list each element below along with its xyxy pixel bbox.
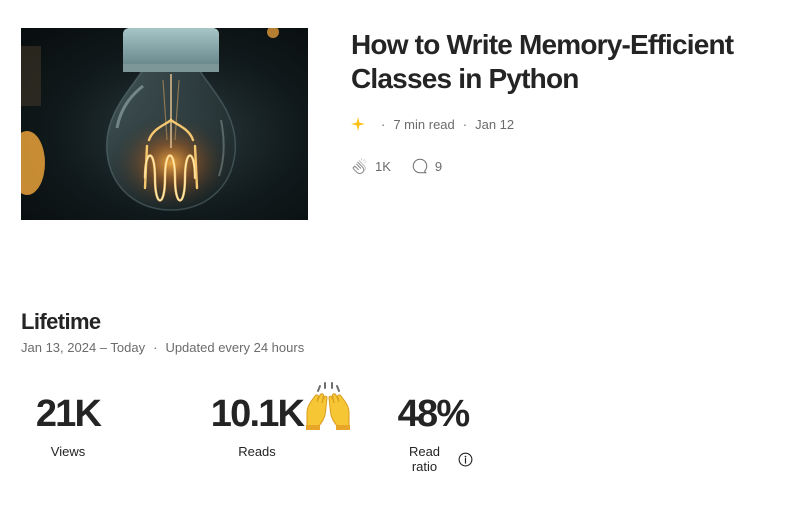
views-label: Views (21, 444, 115, 459)
read-ratio-label: Read ratio (393, 444, 473, 474)
reads-label-text: Reads (238, 444, 276, 459)
publish-date: Jan 12 (475, 116, 515, 132)
responses-button[interactable]: 9 (411, 157, 442, 175)
clap-icon (352, 158, 367, 174)
sparkle-icon (351, 117, 365, 131)
views-value: 21K (35, 393, 102, 435)
separator-dot: · (153, 340, 158, 355)
clap-count: 1K (375, 158, 391, 174)
update-note: Updated every 24 hours (165, 340, 305, 355)
separator-dot: · (381, 116, 386, 132)
views-metric: 21K Views (21, 392, 115, 459)
engagement-row: 1K 9 (351, 155, 442, 177)
lifetime-subtitle: Jan 13, 2024 – Today · Updated every 24 … (21, 340, 304, 355)
reads-value: 10.1K (210, 393, 305, 435)
clap-button[interactable]: 1K (351, 157, 391, 175)
reads-label: Reads (210, 444, 304, 459)
reads-metric: 10.1K Reads (210, 392, 305, 459)
response-count: 9 (434, 158, 443, 174)
story-thumbnail[interactable] (21, 28, 308, 220)
read-time: 7 min read (393, 116, 455, 132)
read-ratio-value: 48% (397, 393, 470, 435)
raised-hands-icon (303, 382, 353, 430)
story-meta: · 7 min read · Jan 12 (351, 114, 514, 134)
info-icon[interactable] (458, 452, 473, 467)
story-title[interactable]: How to Write Memory-Efficient Classes in… (351, 28, 781, 96)
views-label-text: Views (50, 444, 86, 459)
response-bubble-icon (412, 158, 428, 174)
read-ratio-metric: 48% Read ratio (393, 392, 473, 474)
light-bulb-photo (21, 28, 279, 211)
lifetime-heading: Lifetime (21, 309, 101, 334)
separator-dot: · (462, 116, 468, 132)
read-ratio-label-text: Read ratio (408, 444, 441, 474)
date-range: Jan 13, 2024 – Today (21, 340, 146, 355)
